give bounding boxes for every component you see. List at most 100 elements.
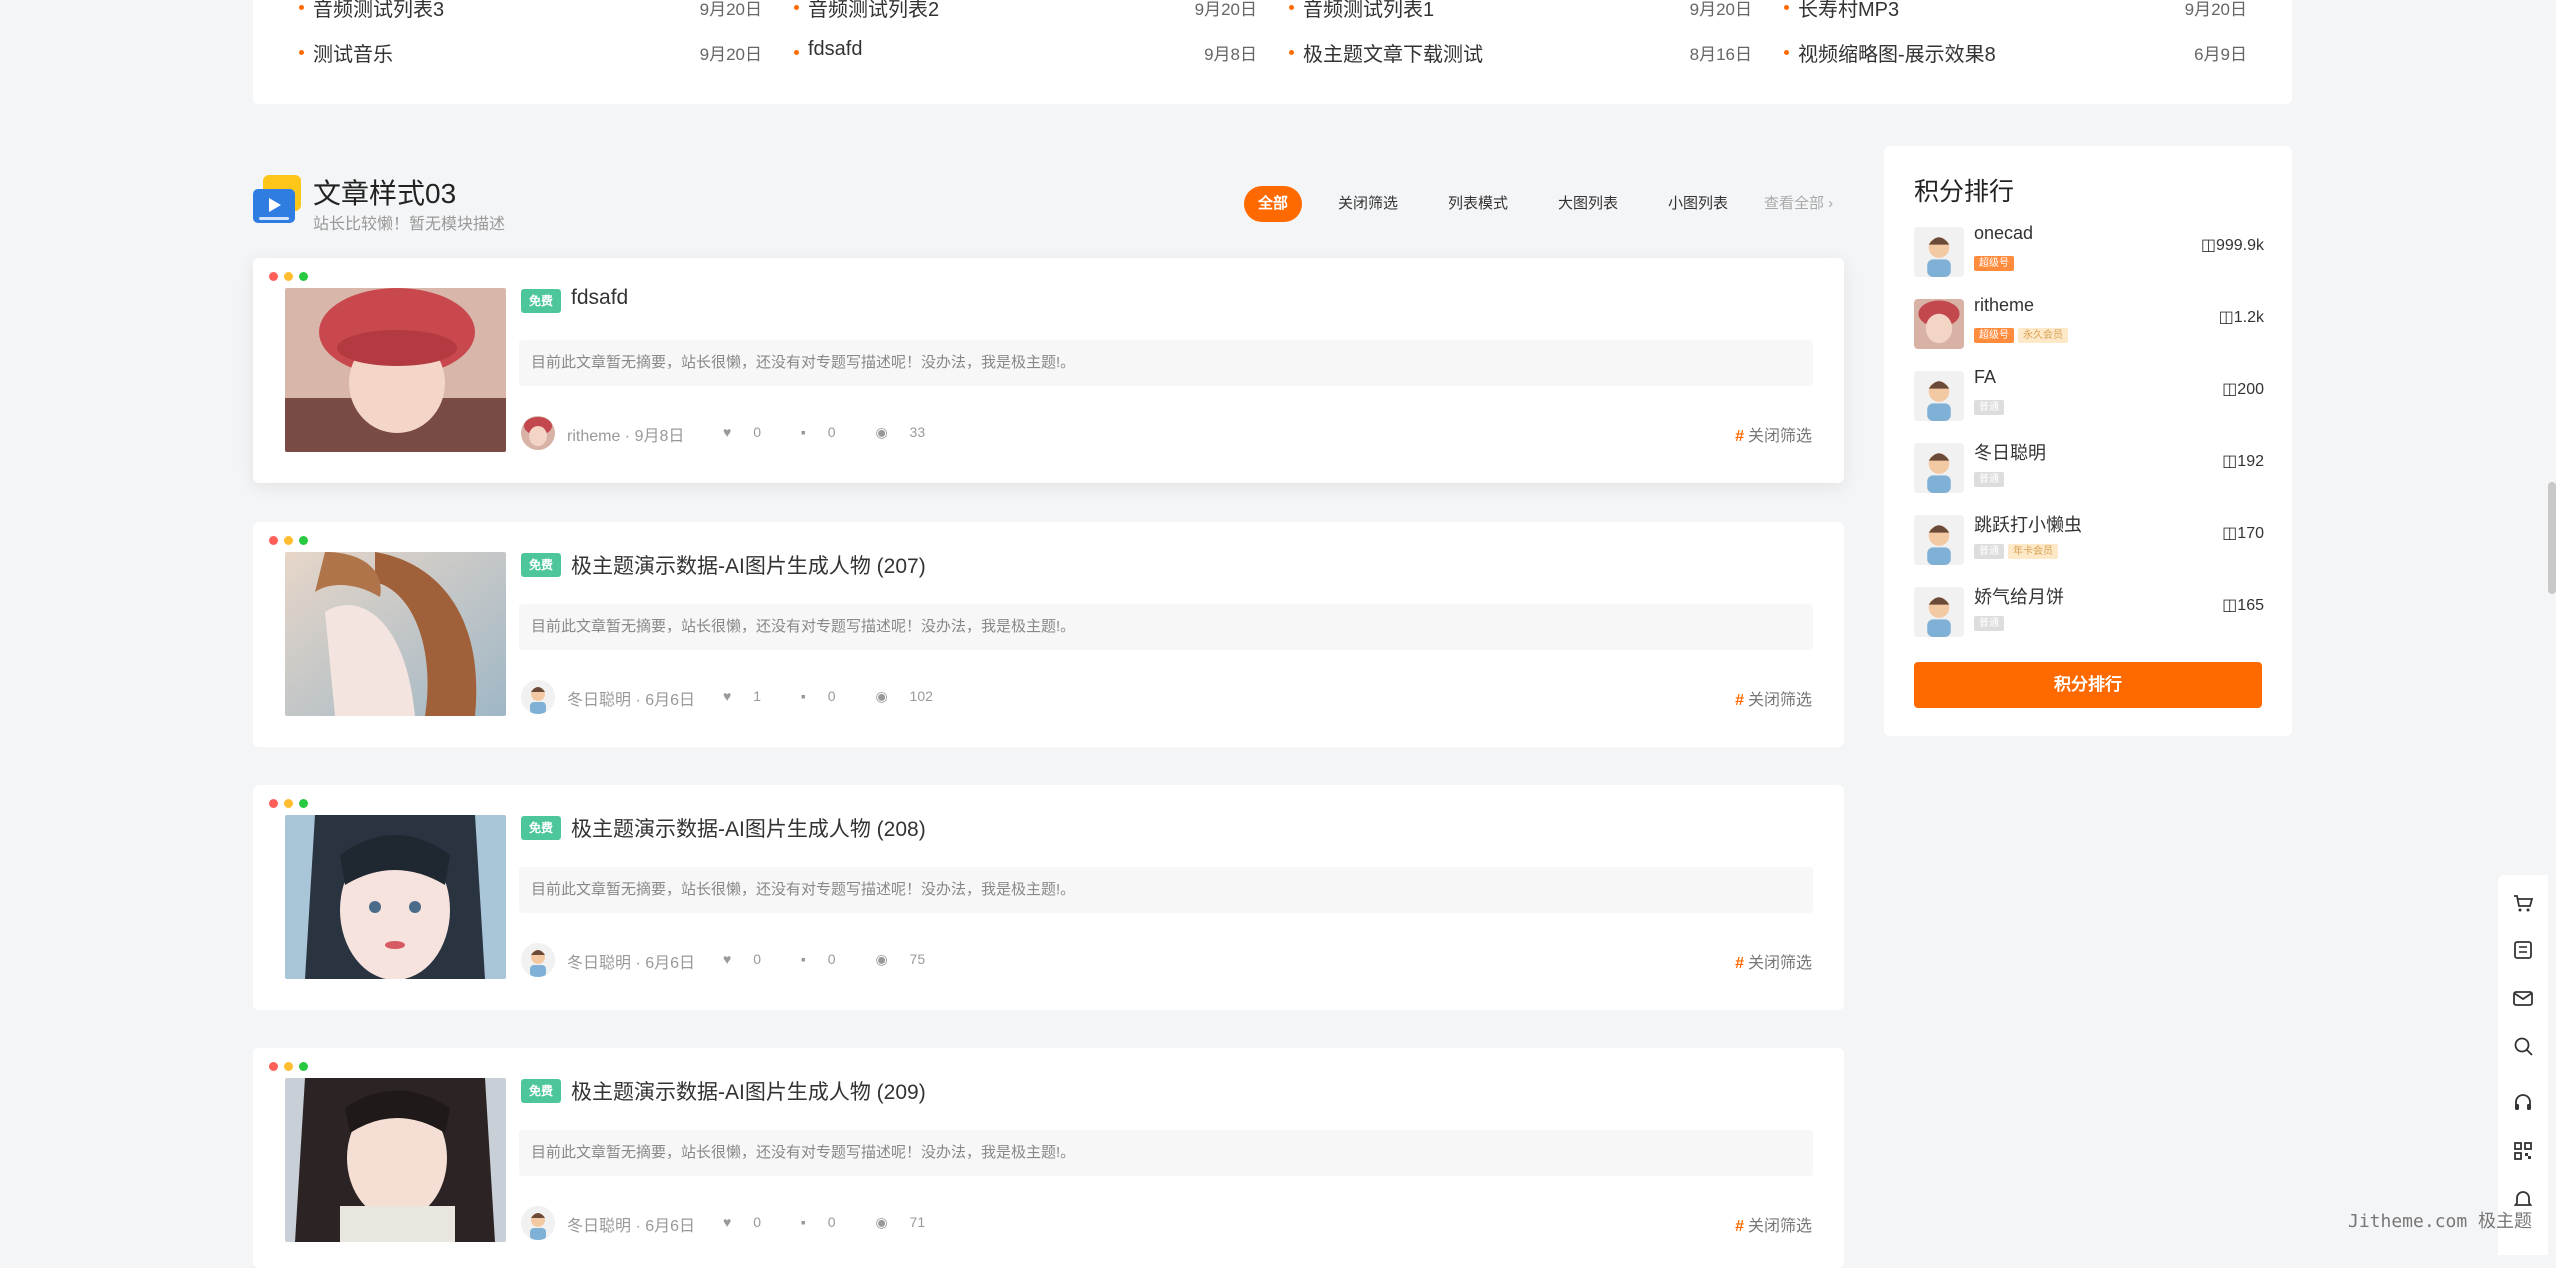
article-card[interactable]: 免费 fdsafd 目前此文章暂无摘要，站长很懒，还没有对专题写描述呢！没办法，… bbox=[253, 258, 1844, 483]
level-badge: 普通 bbox=[1974, 472, 2004, 487]
window-dots bbox=[269, 268, 314, 286]
avatar[interactable] bbox=[521, 943, 555, 977]
user-name[interactable]: ritheme bbox=[1974, 295, 2034, 316]
user-name[interactable]: 跳跃打小懒虫 bbox=[1974, 511, 2082, 537]
avatar[interactable] bbox=[521, 1206, 555, 1240]
article-title[interactable]: 极主题演示数据-AI图片生成人物 (209) bbox=[571, 1076, 926, 1106]
category-tag[interactable]: # 关闭筛选 bbox=[1735, 686, 1812, 710]
article-thumbnail[interactable] bbox=[285, 815, 506, 979]
user-badges: 超级号 永久会员 bbox=[1974, 325, 2072, 343]
article-thumbnail[interactable] bbox=[285, 288, 506, 452]
bullet bbox=[1784, 5, 1789, 10]
scrollbar-thumb[interactable] bbox=[2548, 482, 2556, 594]
article-thumbnail[interactable] bbox=[285, 1078, 506, 1242]
author-name[interactable]: 冬日聪明 bbox=[567, 1218, 631, 1235]
hash-icon: # bbox=[1735, 1218, 1744, 1235]
like-count: 0 bbox=[753, 951, 761, 967]
bullet bbox=[1784, 50, 1789, 55]
category-tag[interactable]: # 关闭筛选 bbox=[1735, 949, 1812, 973]
user-name[interactable]: onecad bbox=[1974, 223, 2033, 244]
headset-icon[interactable] bbox=[2511, 1091, 2535, 1115]
module-description: 站长比较懒！暂无模块描述 bbox=[313, 216, 506, 233]
search-icon[interactable] bbox=[2511, 1034, 2535, 1058]
avatar[interactable] bbox=[1914, 443, 1964, 493]
tab-list-mode[interactable]: 列表模式 bbox=[1434, 186, 1522, 222]
avatar[interactable] bbox=[1914, 227, 1964, 277]
category-tag[interactable]: # 关闭筛选 bbox=[1735, 1212, 1812, 1236]
article-title[interactable]: 极主题演示数据-AI图片生成人物 (207) bbox=[571, 550, 926, 580]
level-badge: 普通 bbox=[1974, 616, 2004, 631]
list-item-date: 6月9日 bbox=[2194, 45, 2247, 64]
category-tag-label: 关闭筛选 bbox=[1747, 692, 1812, 709]
ticket-icon[interactable] bbox=[2511, 938, 2535, 962]
ranking-row[interactable]: onecad 超级号 ◫999.9k bbox=[1914, 223, 2264, 283]
view-count: 33 bbox=[909, 424, 926, 440]
ranking-row[interactable]: 娇气给月饼 普通 ◫165 bbox=[1914, 583, 2264, 643]
category-tag[interactable]: # 关闭筛选 bbox=[1735, 422, 1812, 446]
list-item-link[interactable]: 视频缩略图-展示效果8 bbox=[1798, 38, 1996, 67]
avatar[interactable] bbox=[521, 416, 555, 450]
user-name[interactable]: 娇气给月饼 bbox=[1974, 583, 2064, 609]
list-item-link[interactable]: 音频测试列表1 bbox=[1303, 0, 1434, 22]
points-ranking-button[interactable]: 积分排行 bbox=[1914, 662, 2262, 708]
post-date: 6月6日 bbox=[645, 1218, 696, 1235]
free-badge: 免费 bbox=[521, 289, 561, 313]
free-badge: 免费 bbox=[521, 553, 561, 577]
comment-count: 0 bbox=[827, 688, 836, 704]
list-item-link[interactable]: 极主题文章下载测试 bbox=[1303, 38, 1483, 67]
author-name[interactable]: 冬日聪明 bbox=[567, 955, 631, 972]
view-count: 71 bbox=[909, 1214, 926, 1230]
ranking-row[interactable]: 跳跃打小懒虫 普通 年卡会员 ◫170 bbox=[1914, 511, 2264, 571]
ranking-row[interactable]: 冬日聪明 普通 ◫192 bbox=[1914, 439, 2264, 499]
avatar[interactable] bbox=[1914, 299, 1964, 349]
points-number: 999.9k bbox=[2215, 237, 2264, 254]
list-item-link[interactable]: fdsafd bbox=[808, 38, 862, 61]
cart-icon[interactable] bbox=[2511, 891, 2535, 915]
comment-stat: ▪ 0 bbox=[801, 951, 854, 967]
user-name[interactable]: FA bbox=[1974, 367, 1996, 388]
tab-small-image-list[interactable]: 小图列表 bbox=[1654, 186, 1742, 222]
like-count: 1 bbox=[753, 688, 761, 704]
view-all-link[interactable]: 查看全部 › bbox=[1750, 186, 1847, 222]
list-item-link[interactable]: 长寿村MP3 bbox=[1798, 0, 1899, 22]
window-dots bbox=[269, 532, 314, 550]
article-thumbnail[interactable] bbox=[285, 552, 506, 716]
mail-icon[interactable] bbox=[2511, 986, 2535, 1010]
list-item-link[interactable]: 音频测试列表3 bbox=[313, 0, 444, 22]
points-value: ◫165 bbox=[2222, 595, 2264, 615]
tab-all[interactable]: 全部 bbox=[1244, 186, 1303, 222]
bullet bbox=[299, 5, 304, 10]
comment-count: 0 bbox=[827, 424, 836, 440]
list-item-date: 9月20日 bbox=[1689, 0, 1752, 19]
view-stat: ◉ 102 bbox=[875, 688, 950, 704]
article-excerpt: 目前此文章暂无摘要，站长很懒，还没有对专题写描述呢！没办法，我是极主题!。 bbox=[519, 604, 1813, 650]
level-badge: 普通 bbox=[1974, 400, 2004, 415]
article-card[interactable]: 免费 极主题演示数据-AI图片生成人物 (207) 目前此文章暂无摘要，站长很懒… bbox=[253, 522, 1844, 747]
coin-icon: ◫ bbox=[2222, 525, 2238, 542]
user-name[interactable]: 冬日聪明 bbox=[1974, 439, 2046, 465]
comment-icon: ▪ bbox=[800, 424, 806, 440]
article-card[interactable]: 免费 极主题演示数据-AI图片生成人物 (208) 目前此文章暂无摘要，站长很懒… bbox=[253, 785, 1844, 1010]
category-tag-label: 关闭筛选 bbox=[1747, 428, 1812, 445]
list-item-link[interactable]: 测试音乐 bbox=[313, 38, 393, 67]
view-count: 102 bbox=[909, 688, 933, 704]
list-item-date: 9月8日 bbox=[1204, 45, 1257, 64]
avatar[interactable] bbox=[521, 680, 555, 714]
qrcode-icon[interactable] bbox=[2511, 1139, 2535, 1163]
article-title[interactable]: 极主题演示数据-AI图片生成人物 (208) bbox=[571, 813, 926, 843]
author-name[interactable]: ritheme bbox=[567, 428, 620, 445]
avatar[interactable] bbox=[1914, 587, 1964, 637]
points-value: ◫170 bbox=[2222, 523, 2264, 543]
article-title[interactable]: fdsafd bbox=[571, 286, 628, 310]
avatar[interactable] bbox=[1914, 371, 1964, 421]
avatar[interactable] bbox=[1914, 515, 1964, 565]
author-name[interactable]: 冬日聪明 bbox=[567, 692, 631, 709]
module-title: 文章样式03 bbox=[313, 178, 457, 209]
tab-close-filter[interactable]: 关闭筛选 bbox=[1324, 186, 1412, 222]
list-item-link[interactable]: 音频测试列表2 bbox=[808, 0, 939, 22]
ranking-row[interactable]: ritheme 超级号 永久会员 ◫1.2k bbox=[1914, 295, 2264, 355]
ranking-row[interactable]: FA 普通 ◫200 bbox=[1914, 367, 2264, 427]
article-card[interactable]: 免费 极主题演示数据-AI图片生成人物 (209) 目前此文章暂无摘要，站长很懒… bbox=[253, 1048, 1844, 1268]
tab-big-image-list[interactable]: 大图列表 bbox=[1544, 186, 1632, 222]
bullet bbox=[794, 5, 799, 10]
